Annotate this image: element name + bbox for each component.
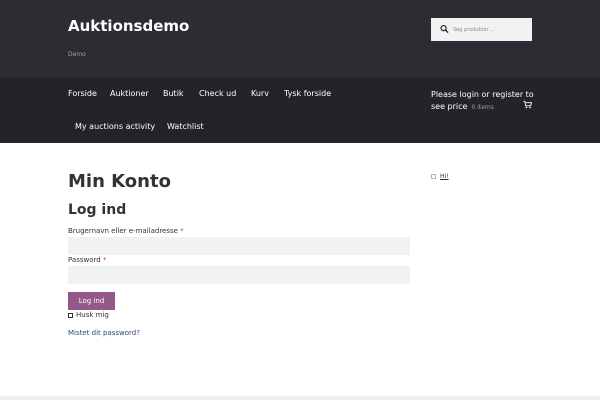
- nav-item-watchlist[interactable]: Watchlist: [167, 122, 204, 131]
- username-field[interactable]: [68, 237, 410, 255]
- footer-bar: [0, 396, 600, 400]
- site-tagline: Demo: [68, 51, 86, 58]
- list-bullet-icon: [431, 174, 436, 179]
- site-title[interactable]: Auktionsdemo: [68, 17, 189, 35]
- account-cart-link[interactable]: Please login or register to see price 0 i…: [431, 89, 536, 114]
- remember-label: Husk mig: [76, 311, 109, 319]
- sidebar-item[interactable]: Hi!: [431, 173, 449, 180]
- username-label: Brugernavn eller e-mailadresse *: [68, 227, 184, 235]
- page-title: Min Konto: [68, 171, 171, 192]
- nav-item-my-auctions-activity[interactable]: My auctions activity: [75, 122, 155, 131]
- password-label: Password *: [68, 256, 106, 264]
- login-button[interactable]: Log ind: [68, 292, 115, 310]
- password-field[interactable]: [68, 266, 410, 284]
- nav-item-kurv[interactable]: Kurv: [251, 89, 269, 98]
- nav-item-butik[interactable]: Butik: [163, 89, 184, 98]
- required-mark: *: [180, 227, 184, 235]
- required-mark: *: [102, 256, 107, 264]
- nav-item-check-ud[interactable]: Check ud: [199, 89, 236, 98]
- password-label-text: Password: [68, 256, 101, 264]
- remember-me[interactable]: Husk mig: [68, 311, 109, 319]
- search-input[interactable]: [453, 22, 529, 37]
- nav-item-auktioner[interactable]: Auktioner: [110, 89, 149, 98]
- login-heading: Log ind: [68, 202, 127, 218]
- nav-item-forside[interactable]: Forside: [68, 89, 97, 98]
- sidebar-item-label[interactable]: Hi!: [440, 173, 449, 180]
- cart-icon[interactable]: [523, 100, 532, 109]
- search-icon: [440, 24, 449, 34]
- nav-item-tysk-forside[interactable]: Tysk forside: [284, 89, 331, 98]
- search-box[interactable]: [431, 18, 532, 41]
- cart-count: 0 items: [471, 104, 494, 111]
- lost-password-link[interactable]: Mistet dit password?: [68, 329, 140, 337]
- remember-checkbox[interactable]: [68, 312, 73, 318]
- username-label-text: Brugernavn eller e-mailadresse: [68, 227, 178, 235]
